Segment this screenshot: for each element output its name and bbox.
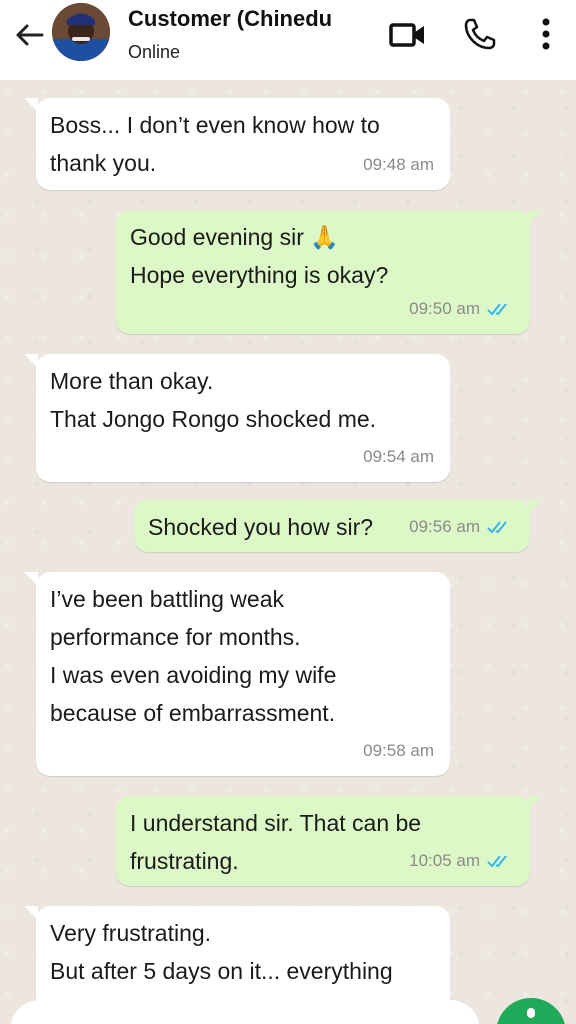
contact-name[interactable]: Customer (Chinedu (128, 6, 368, 32)
message-text: Very frustrating. (50, 920, 212, 946)
message-input-bar[interactable] (10, 1000, 480, 1024)
chat-header: Customer (Chinedu Online (0, 0, 576, 80)
read-receipt-icon (487, 855, 507, 868)
message-outgoing[interactable]: I understand sir. That can be frustratin… (116, 796, 542, 886)
message-text: That Jongo Rongo shocked me. (50, 406, 377, 432)
message-outgoing[interactable]: Good evening sir 🙏 Hope everything is ok… (116, 210, 542, 334)
phone-icon[interactable] (460, 14, 500, 54)
message-time: 09:50 am (409, 290, 514, 328)
time-label: 09:48 am (363, 155, 434, 174)
message-text: because of embarrassment. (50, 700, 336, 726)
mic-icon (527, 1008, 535, 1018)
read-receipt-icon (487, 521, 507, 534)
message-text: I’ve been battling weak (50, 586, 284, 612)
message-time: 09:56 am (409, 508, 514, 546)
message-text: But after 5 days on it... everything (50, 958, 393, 984)
presence-status: Online (128, 42, 181, 62)
message-incoming[interactable]: More than okay. That Jongo Rongo shocked… (24, 354, 450, 482)
time-label: 09:58 am (363, 741, 434, 760)
message-outgoing[interactable]: Shocked you how sir? 09:56 am (134, 500, 542, 552)
time-label: 10:05 am (409, 851, 480, 870)
video-call-icon[interactable] (388, 14, 428, 54)
message-text: Hope everything is okay? (130, 262, 389, 288)
message-text: More than okay. (50, 368, 214, 394)
message-text: I understand sir. That can be (130, 810, 422, 836)
message-incoming[interactable]: Boss... I don’t even know how to thank y… (24, 98, 450, 190)
message-text: I was even avoiding my wife (50, 662, 337, 688)
time-label: 09:54 am (363, 447, 434, 466)
more-vertical-icon[interactable] (528, 14, 568, 54)
message-time: 10:05 am (409, 842, 514, 880)
message-time: 09:58 am (363, 732, 434, 770)
mic-button[interactable] (496, 998, 566, 1024)
avatar[interactable] (52, 3, 110, 61)
back-arrow-icon[interactable] (12, 18, 46, 52)
message-list[interactable]: Boss... I don’t even know how to thank y… (0, 80, 576, 1024)
message-time: 09:54 am (363, 438, 434, 476)
message-text: Good evening sir 🙏 (130, 224, 339, 250)
message-text: Boss... I don’t even know how to (50, 112, 380, 138)
avatar-image (52, 3, 110, 61)
time-label: 09:50 am (409, 299, 480, 318)
message-text: performance for months. (50, 624, 301, 650)
message-incoming[interactable]: I’ve been battling weak performance for … (24, 572, 450, 776)
time-label: 09:56 am (409, 517, 480, 536)
read-receipt-icon (487, 303, 507, 316)
message-time: 09:48 am (363, 146, 434, 184)
